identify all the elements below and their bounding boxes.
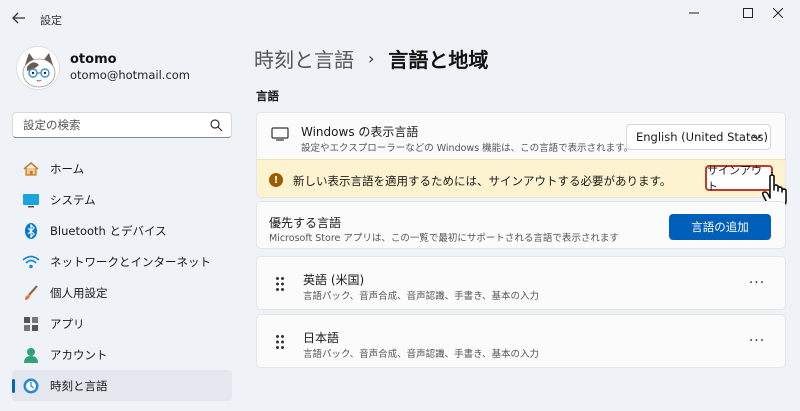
preferred-languages-card: 優先する言語 Microsoft Store アプリは、この一覧で最初にサポート… <box>256 201 786 249</box>
brush-icon <box>22 284 40 302</box>
profile-email: otomo@hotmail.com <box>70 68 191 82</box>
app-title: 設定 <box>40 14 62 27</box>
apps-icon <box>22 315 40 333</box>
signout-warning-banner: ! 新しい表示言語を適用するためには、サインアウトする必要があります。 サインア… <box>257 159 785 197</box>
breadcrumb-separator: › <box>368 49 375 68</box>
time-language-icon <box>22 377 40 395</box>
language-name: 日本語 <box>303 331 340 345</box>
add-language-button[interactable]: 言語の追加 <box>669 214 771 240</box>
breadcrumb: 時刻と言語 › 言語と地域 <box>254 44 488 73</box>
display-language-description: 設定やエクスプローラーなどの Windows 機能は、この言語で表示されます。 <box>301 143 634 154</box>
back-arrow-icon <box>12 12 25 24</box>
sidebar-item-label: 個人用設定 <box>50 285 108 300</box>
sidebar-item-time-language[interactable]: 時刻と言語 <box>12 370 232 401</box>
sidebar-item-home[interactable]: ホーム <box>12 153 232 184</box>
settings-window: 設定 otomo otomo@hotmail.com 設定の検索 ホーム システ… <box>0 0 800 411</box>
sidebar-item-network[interactable]: ネットワークとインターネット <box>12 246 232 277</box>
sidebar-item-accounts[interactable]: アカウント <box>12 339 232 370</box>
drag-handle-icon[interactable] <box>275 334 285 350</box>
warning-icon: ! <box>269 173 283 187</box>
display-language-title: Windows の表示言語 <box>301 125 419 139</box>
sidebar-item-label: ネットワークとインターネット <box>50 254 211 269</box>
sidebar-item-label: Bluetooth とデバイス <box>50 223 167 238</box>
preferred-languages-description: Microsoft Store アプリは、この一覧で最初にサポートされる言語で表… <box>269 233 619 244</box>
dropdown-value: English (United States) <box>636 130 769 144</box>
preferred-languages-title: 優先する言語 <box>269 216 342 230</box>
title-bar: 設定 <box>0 0 800 36</box>
sidebar-item-label: アカウント <box>50 347 108 362</box>
list-item[interactable]: 英語 (米国) 言語パック、音声合成、音声認識、手書き、基本の入力 ··· <box>256 256 786 310</box>
maximize-button[interactable] <box>736 4 760 22</box>
back-button[interactable] <box>8 8 30 28</box>
warning-text: 新しい表示言語を適用するためには、サインアウトする必要があります。 <box>293 174 672 188</box>
display-language-card: Windows の表示言語 設定やエクスプローラーなどの Windows 機能は… <box>256 112 786 198</box>
account-icon <box>22 346 40 364</box>
language-features: 言語パック、音声合成、音声認識、手書き、基本の入力 <box>303 291 539 302</box>
display-language-dropdown[interactable]: English (United States) <box>626 124 771 150</box>
search-icon <box>210 119 223 132</box>
system-icon <box>22 191 40 209</box>
sidebar-item-label: システム <box>50 192 96 207</box>
language-name: 英語 (米国) <box>303 273 365 287</box>
chevron-down-icon <box>752 134 762 140</box>
sidebar-item-system[interactable]: システム <box>12 184 232 215</box>
language-features: 言語パック、音声合成、音声認識、手書き、基本の入力 <box>303 349 539 360</box>
search-input[interactable] <box>13 113 193 137</box>
network-icon <box>22 253 40 271</box>
sidebar-item-label: 時刻と言語 <box>50 378 108 393</box>
sidebar-item-apps[interactable]: アプリ <box>12 308 232 339</box>
drag-handle-icon[interactable] <box>275 276 285 292</box>
monitor-icon <box>271 127 289 141</box>
maximize-icon <box>743 8 753 18</box>
sidebar-nav: ホーム システム Bluetooth とデバイス ネットワークとインターネット … <box>12 153 232 401</box>
sidebar-item-personalization[interactable]: 個人用設定 <box>12 277 232 308</box>
home-icon <box>22 160 40 178</box>
profile-name: otomo <box>70 52 117 67</box>
more-options-button[interactable]: ··· <box>747 333 767 349</box>
cat-avatar-icon <box>17 47 59 89</box>
breadcrumb-parent[interactable]: 時刻と言語 <box>254 44 354 73</box>
sidebar-item-label: ホーム <box>50 161 85 176</box>
minimize-icon <box>689 12 699 14</box>
sidebar-item-label: アプリ <box>50 316 85 331</box>
list-item[interactable]: 日本語 言語パック、音声合成、音声認識、手書き、基本の入力 ··· <box>256 314 786 368</box>
page-title: 言語と地域 <box>388 48 489 72</box>
minimize-button[interactable] <box>682 4 706 22</box>
search-box[interactable] <box>12 112 232 138</box>
close-button[interactable] <box>766 4 790 22</box>
bluetooth-icon <box>22 222 40 240</box>
sidebar-item-bluetooth[interactable]: Bluetooth とデバイス <box>12 215 232 246</box>
avatar[interactable] <box>16 46 60 90</box>
close-icon <box>773 8 783 18</box>
more-options-button[interactable]: ··· <box>747 275 767 291</box>
display-language-row: Windows の表示言語 設定やエクスプローラーなどの Windows 機能は… <box>257 113 785 159</box>
section-heading: 言語 <box>256 89 279 103</box>
